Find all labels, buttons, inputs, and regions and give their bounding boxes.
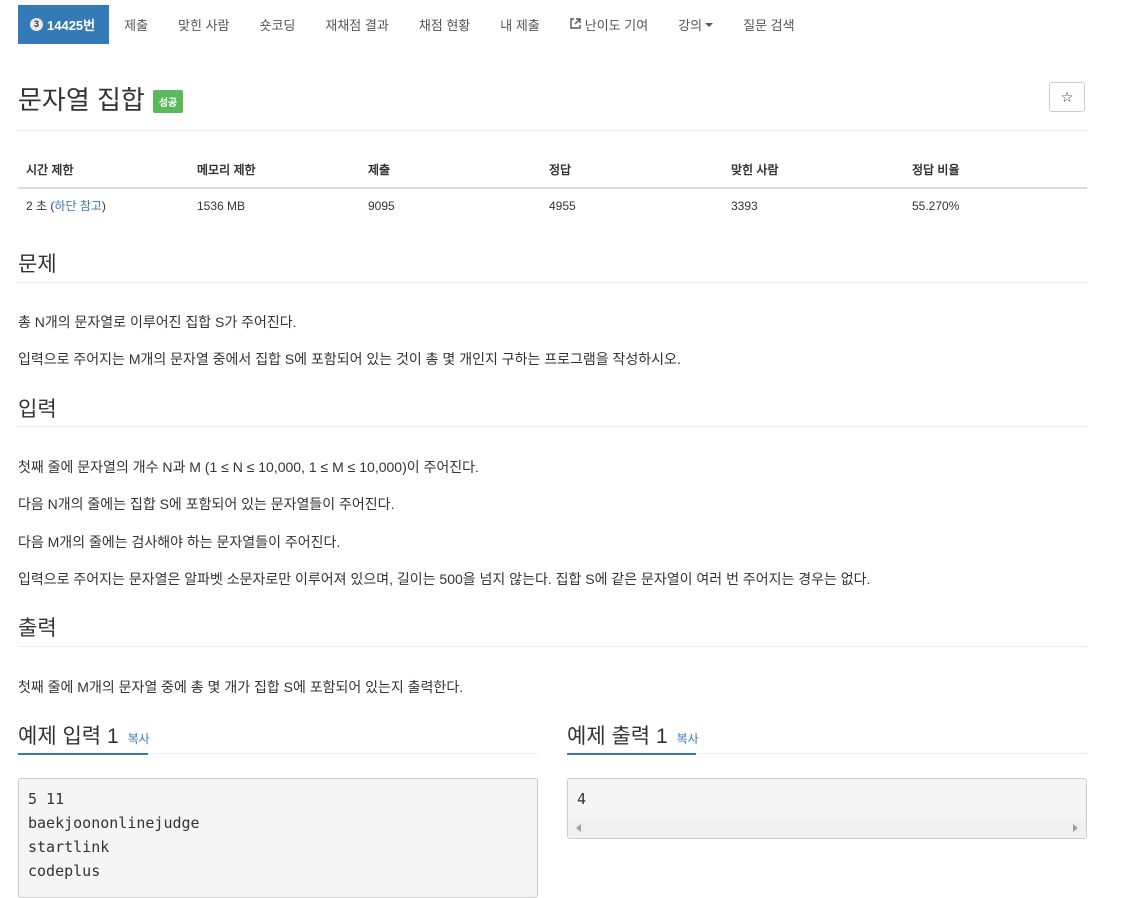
- sample-output-line: 4: [577, 790, 587, 808]
- section-divider-output: [18, 646, 1087, 647]
- time-note-close: ): [101, 199, 106, 213]
- scroll-left-arrow-icon[interactable]: [576, 824, 581, 832]
- problem-menu: 3 14425번 제출 맞힌 사람 숏코딩 재채점 결과 채점 현황 내 제출 …: [18, 5, 810, 44]
- sample-input-box[interactable]: 5 11 baekjoononlinejudge startlink codep…: [18, 778, 538, 898]
- time-limit-value: 2 초: [26, 199, 48, 213]
- title-divider: [18, 130, 1087, 131]
- horizontal-scrollbar[interactable]: [568, 819, 1086, 838]
- sample-input-line: 5 11: [28, 790, 65, 808]
- sample-output-box[interactable]: 4: [567, 778, 1087, 839]
- output-paragraph-1: 첫째 줄에 M개의 문자열 중에 총 몇 개가 집합 S에 포함되어 있는지 출…: [18, 679, 464, 695]
- memory-limit-value: 1536 MB: [197, 198, 246, 213]
- header-solvers: 맞힌 사람: [723, 152, 904, 189]
- lecture-label: 강의: [678, 18, 703, 33]
- nav-submit[interactable]: 제출: [109, 5, 163, 44]
- sample-output-heading: 예제 출력 1 복사: [567, 720, 699, 750]
- nav-lecture-dropdown[interactable]: 강의: [663, 5, 728, 44]
- difficulty-label: 난이도 기여: [584, 18, 649, 33]
- section-heading-input: 입력: [18, 398, 57, 421]
- header-time-limit: 시간 제한: [18, 152, 189, 189]
- status-badge: 성공: [152, 90, 184, 113]
- time-limit-cell: 2 초 (하단 참고): [18, 188, 189, 222]
- section-divider-input: [18, 426, 1087, 427]
- nav-short-coding[interactable]: 숏코딩: [245, 5, 311, 44]
- input-paragraph-1: 첫째 줄에 문자열의 개수 N과 M (1 ≤ N ≤ 10,000, 1 ≤ …: [18, 459, 479, 475]
- sample-input-underline: [18, 753, 148, 755]
- input-paragraph-3: 다음 M개의 줄에는 검사해야 하는 문자열들이 주어진다.: [18, 534, 341, 550]
- header-accepted: 정답: [541, 152, 723, 189]
- scroll-right-arrow-icon[interactable]: [1073, 824, 1078, 832]
- sample-output-underline: [567, 753, 696, 755]
- sample-input-line: codeplus: [28, 862, 101, 880]
- input-paragraph-4: 입력으로 주어지는 문자열은 알파벳 소문자로만 이루어져 있으며, 길이는 5…: [18, 571, 871, 587]
- favorite-star-button[interactable]: ☆: [1049, 82, 1085, 112]
- ratio-value: 55.270%: [912, 198, 960, 213]
- sample-output-title: 예제 출력 1: [567, 725, 668, 748]
- info-header-row: 시간 제한 메모리 제한 제출 정답 맞힌 사람 정답 비율: [18, 152, 1087, 189]
- info-value-row: 2 초 (하단 참고) 1536 MB 9095 4955 3393 55.27…: [18, 188, 1087, 222]
- copy-sample-output-button[interactable]: 복사: [677, 730, 699, 747]
- nav-question-search[interactable]: 질문 검색: [728, 5, 809, 44]
- copy-sample-input-button[interactable]: 복사: [128, 730, 150, 747]
- problem-paragraph-1: 총 N개의 문자열로 이루어진 집합 S가 주어진다.: [18, 314, 297, 330]
- solvers-value: 3393: [731, 198, 758, 213]
- time-note-link[interactable]: 하단 참고: [54, 199, 102, 213]
- section-divider-problem: [18, 282, 1087, 283]
- problem-info-table: 시간 제한 메모리 제한 제출 정답 맞힌 사람 정답 비율 2 초 (하단 참…: [18, 152, 1087, 222]
- problem-number-label: 14425번: [47, 18, 96, 33]
- nav-problem-number[interactable]: 3 14425번: [18, 5, 110, 44]
- problem-paragraph-2: 입력으로 주어지는 M개의 문자열 중에서 집합 S에 포함되어 있는 것이 총…: [18, 351, 681, 367]
- sample-input-line: baekjoononlinejudge: [28, 814, 200, 832]
- nav-difficulty-contribution[interactable]: 난이도 기여: [555, 5, 663, 44]
- nav-status[interactable]: 채점 현황: [404, 5, 485, 44]
- tier-icon: 3: [30, 18, 43, 31]
- header-memory-limit: 메모리 제한: [189, 152, 360, 189]
- page-title: 문자열 집합 성공: [18, 80, 184, 117]
- nav-my-submissions[interactable]: 내 제출: [485, 5, 555, 44]
- nav-rejudge-results[interactable]: 재채점 결과: [310, 5, 403, 44]
- input-paragraph-2: 다음 N개의 줄에는 집합 S에 포함되어 있는 문자열들이 주어진다.: [18, 496, 395, 512]
- nav-solvers[interactable]: 맞힌 사람: [163, 5, 244, 44]
- external-link-icon: [570, 17, 581, 32]
- sample-input-heading: 예제 입력 1 복사: [18, 720, 150, 750]
- sample-input-line: startlink: [28, 838, 110, 856]
- star-icon: ☆: [1060, 88, 1074, 105]
- accepted-value: 4955: [549, 198, 576, 213]
- section-heading-problem: 문제: [18, 253, 57, 276]
- problem-title: 문자열 집합: [18, 85, 145, 115]
- section-heading-output: 출력: [18, 617, 57, 640]
- header-submissions: 제출: [360, 152, 541, 189]
- sample-input-title: 예제 입력 1: [18, 725, 119, 748]
- caret-down-icon: [705, 22, 714, 27]
- submissions-value: 9095: [368, 198, 395, 213]
- header-ratio: 정답 비율: [904, 152, 1087, 189]
